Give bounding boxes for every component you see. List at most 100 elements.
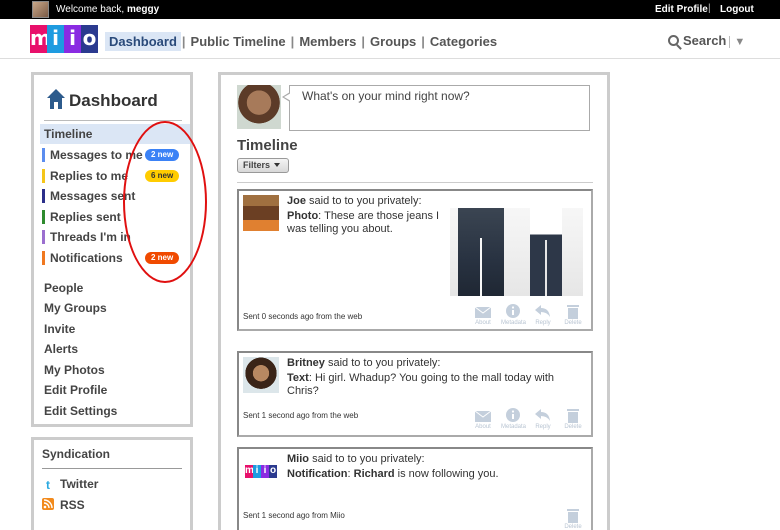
- trash-icon: [567, 509, 579, 523]
- rss-link[interactable]: RSS: [42, 498, 85, 512]
- reply-button[interactable]: Reply: [531, 407, 555, 430]
- nav-members[interactable]: Members: [295, 32, 360, 51]
- topbar-separator: |: [708, 3, 711, 14]
- main-navbar: m i i o Dashboard | Public Timeline | Member…: [0, 19, 780, 59]
- sidebar-link-alerts[interactable]: Alerts: [40, 339, 190, 359]
- miio-logo[interactable]: m i i o: [30, 25, 98, 53]
- avatar: [243, 195, 279, 231]
- twitter-icon: t: [46, 478, 50, 492]
- info-icon: [506, 408, 520, 422]
- message-header: Britney said to to you privately:: [287, 357, 440, 369]
- about-button[interactable]: About: [471, 407, 495, 430]
- search-button[interactable]: Search ▼: [668, 33, 745, 48]
- info-icon: [506, 304, 520, 318]
- sent-timestamp: Sent 0 seconds ago from the web: [243, 312, 363, 321]
- divider: [42, 468, 182, 469]
- logo-letter: i: [47, 25, 64, 53]
- jeans-image: [458, 208, 504, 296]
- delete-button[interactable]: Delete: [561, 407, 585, 430]
- color-bar: [42, 189, 45, 203]
- sidebar-link-label: People: [44, 281, 84, 295]
- reply-button[interactable]: Reply: [531, 303, 555, 326]
- top-bar: Welcome back, meggy Edit Profile | Logou…: [0, 0, 780, 19]
- action-label: Metadata: [501, 424, 527, 430]
- logo-letter: i: [253, 464, 261, 478]
- divider: [237, 182, 593, 183]
- author-name[interactable]: Miio: [287, 453, 309, 465]
- message-body: Notification: Richard is now following y…: [287, 468, 499, 480]
- delete-button[interactable]: Delete: [561, 507, 585, 530]
- message-kind: Text: [287, 372, 309, 384]
- logo-mini: m i i o: [245, 464, 277, 478]
- sidebar-item-label: Replies sent: [50, 210, 121, 224]
- sidebar-item-label: Replies to me: [50, 169, 129, 183]
- logo-letter: i: [261, 464, 269, 478]
- message-body: Text: Hi girl. Whadup? You going to the …: [287, 372, 555, 397]
- syndication-item-label: Twitter: [60, 477, 99, 491]
- message-text: Hi girl. Whadup? You going to the mall t…: [287, 372, 555, 397]
- logout-link[interactable]: Logout: [720, 4, 754, 15]
- logo-letter: o: [269, 464, 277, 478]
- message-kind: Notification: [287, 468, 348, 480]
- envelope-icon: [474, 410, 492, 422]
- action-label: Reply: [535, 424, 551, 430]
- page-title: Timeline: [237, 137, 298, 154]
- nav-separator: |: [290, 34, 295, 49]
- author-name[interactable]: Joe: [287, 195, 306, 207]
- nav-separator: |: [181, 34, 186, 49]
- sidebar-link-edit-profile[interactable]: Edit Profile: [40, 380, 190, 400]
- sidebar-link-edit-settings[interactable]: Edit Settings: [40, 401, 190, 421]
- welcome-message: Welcome back, meggy: [56, 4, 159, 15]
- nav-categories[interactable]: Categories: [426, 32, 501, 51]
- rss-icon: [42, 498, 54, 510]
- author-name[interactable]: Britney: [287, 357, 325, 369]
- logo-letter: i: [64, 25, 81, 53]
- sidebar-link-my-photos[interactable]: My Photos: [40, 360, 190, 380]
- reply-icon: [535, 305, 550, 317]
- metadata-button[interactable]: Metadata: [501, 407, 527, 430]
- trash-icon: [567, 305, 579, 319]
- metadata-button[interactable]: Metadata: [501, 303, 526, 326]
- reply-icon: [535, 409, 550, 421]
- search-icon: [668, 35, 679, 46]
- sidebar-link-invite[interactable]: Invite: [40, 319, 190, 339]
- message-meta: said to to you privately:: [309, 195, 422, 207]
- sent-timestamp: Sent 1 second ago from Miio: [243, 511, 345, 520]
- nav-separator: |: [361, 34, 366, 49]
- delete-button[interactable]: Delete: [561, 303, 585, 326]
- filters-dropdown[interactable]: Filters: [237, 158, 289, 173]
- action-label: Delete: [564, 424, 582, 430]
- color-bar: [42, 148, 45, 162]
- actor-name[interactable]: Richard: [354, 468, 395, 480]
- miio-logo: m i i o: [243, 453, 279, 489]
- filters-label: Filters: [243, 160, 271, 170]
- chevron-down-icon[interactable]: ▼: [729, 36, 745, 48]
- status-input[interactable]: What's on your mind right now?: [282, 85, 590, 131]
- edit-profile-link[interactable]: Edit Profile: [655, 4, 708, 15]
- timeline-panel: What's on your mind right now? Timeline …: [218, 72, 610, 530]
- action-label: Delete: [564, 320, 582, 326]
- envelope-icon: [474, 306, 492, 318]
- highlight-annotation: [123, 121, 207, 283]
- color-bar: [42, 169, 45, 183]
- syndication-box: Syndication t Twitter RSS: [31, 437, 193, 530]
- chevron-down-icon: [274, 163, 281, 167]
- nav-dashboard[interactable]: Dashboard: [105, 32, 181, 51]
- message-text: is now following you.: [397, 468, 499, 480]
- about-button[interactable]: About: [471, 303, 495, 326]
- nav-groups[interactable]: Groups: [366, 32, 420, 51]
- sidebar-link-my-groups[interactable]: My Groups: [40, 298, 190, 318]
- sidebar-link-label: My Photos: [44, 363, 105, 377]
- attached-photo[interactable]: [450, 208, 583, 296]
- sidebar-item-label: Notifications: [50, 251, 123, 265]
- user-avatar[interactable]: [32, 1, 49, 18]
- sidebar-link-label: Alerts: [44, 342, 79, 356]
- message-actions: About Metadata Reply Delete: [471, 407, 585, 430]
- twitter-link[interactable]: t Twitter: [42, 477, 98, 491]
- message-meta: said to to you privately:: [327, 357, 441, 369]
- sidebar-title: Dashboard: [46, 89, 158, 110]
- syndication-title: Syndication: [42, 447, 111, 461]
- nav-public-timeline[interactable]: Public Timeline: [187, 32, 290, 51]
- syndication-item-label: RSS: [60, 498, 85, 512]
- action-label: About: [475, 424, 491, 430]
